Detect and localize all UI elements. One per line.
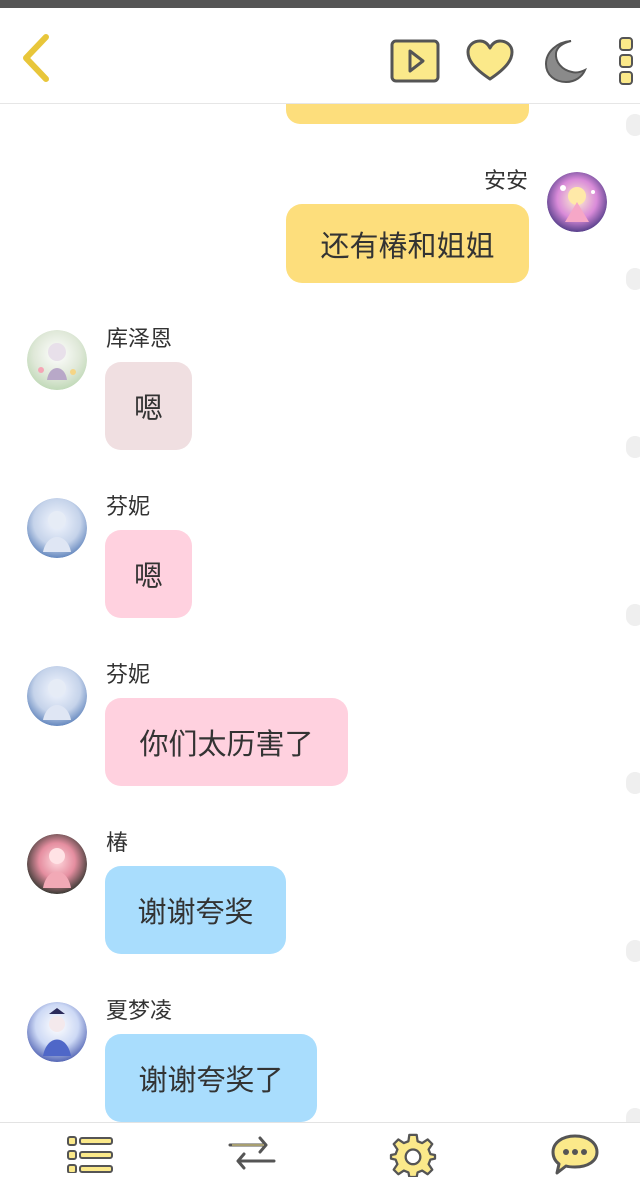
moon-icon	[544, 40, 587, 84]
gear-icon	[389, 1133, 437, 1177]
avatar[interactable]	[27, 498, 87, 558]
sender-name: 芬妮	[106, 495, 151, 520]
sender-name: 芬妮	[106, 663, 151, 688]
sender-name: 库泽恩	[106, 327, 173, 352]
heart-icon	[466, 39, 514, 81]
scroll-indicator	[626, 114, 640, 136]
favorite-button[interactable]	[464, 35, 516, 87]
message-bubble[interactable]: 谢谢夸奖了	[105, 1034, 317, 1122]
play-icon	[390, 39, 440, 83]
sender-name: 椿	[106, 831, 129, 856]
sender-name: 夏梦凌	[106, 999, 173, 1024]
play-button[interactable]	[389, 35, 441, 87]
message-bubble[interactable]: 嗯	[105, 362, 192, 450]
nav-chat-button[interactable]	[545, 1133, 605, 1175]
scroll-indicator	[626, 436, 640, 458]
chat-bubble-icon	[551, 1134, 599, 1175]
swap-icon	[228, 1136, 276, 1170]
chat-message-list[interactable]: 安安 还有椿和姐姐 库泽恩 嗯 芬妮 嗯 芬妮 你们太历害了 椿 谢谢夸奖 夏梦…	[0, 104, 640, 1122]
message-bubble[interactable]: 嗯	[105, 530, 192, 618]
status-bar	[0, 0, 640, 8]
top-toolbar	[0, 8, 640, 104]
previous-message-bubble	[286, 104, 529, 124]
night-mode-button[interactable]	[538, 35, 590, 87]
back-button[interactable]	[14, 30, 58, 86]
chevron-left-icon	[23, 34, 49, 82]
avatar[interactable]	[27, 666, 87, 726]
message-bubble[interactable]: 你们太历害了	[105, 698, 348, 786]
avatar[interactable]	[547, 172, 607, 232]
scroll-indicator	[626, 268, 640, 290]
scroll-indicator	[626, 940, 640, 962]
nav-settings-button[interactable]	[383, 1133, 443, 1177]
nav-list-button[interactable]	[60, 1133, 120, 1175]
avatar[interactable]	[27, 834, 87, 894]
bottom-navigation	[0, 1122, 640, 1177]
scroll-indicator	[626, 604, 640, 626]
more-vertical-icon	[619, 37, 633, 85]
avatar[interactable]	[27, 330, 87, 390]
list-icon	[67, 1136, 113, 1173]
scroll-indicator	[626, 1108, 640, 1122]
scroll-indicator	[626, 772, 640, 794]
avatar[interactable]	[27, 1002, 87, 1062]
message-bubble[interactable]: 还有椿和姐姐	[286, 204, 529, 283]
sender-name: 安安	[483, 169, 528, 194]
nav-swap-button[interactable]	[222, 1133, 282, 1175]
message-bubble[interactable]: 谢谢夸奖	[105, 866, 286, 954]
more-button[interactable]	[614, 32, 638, 90]
